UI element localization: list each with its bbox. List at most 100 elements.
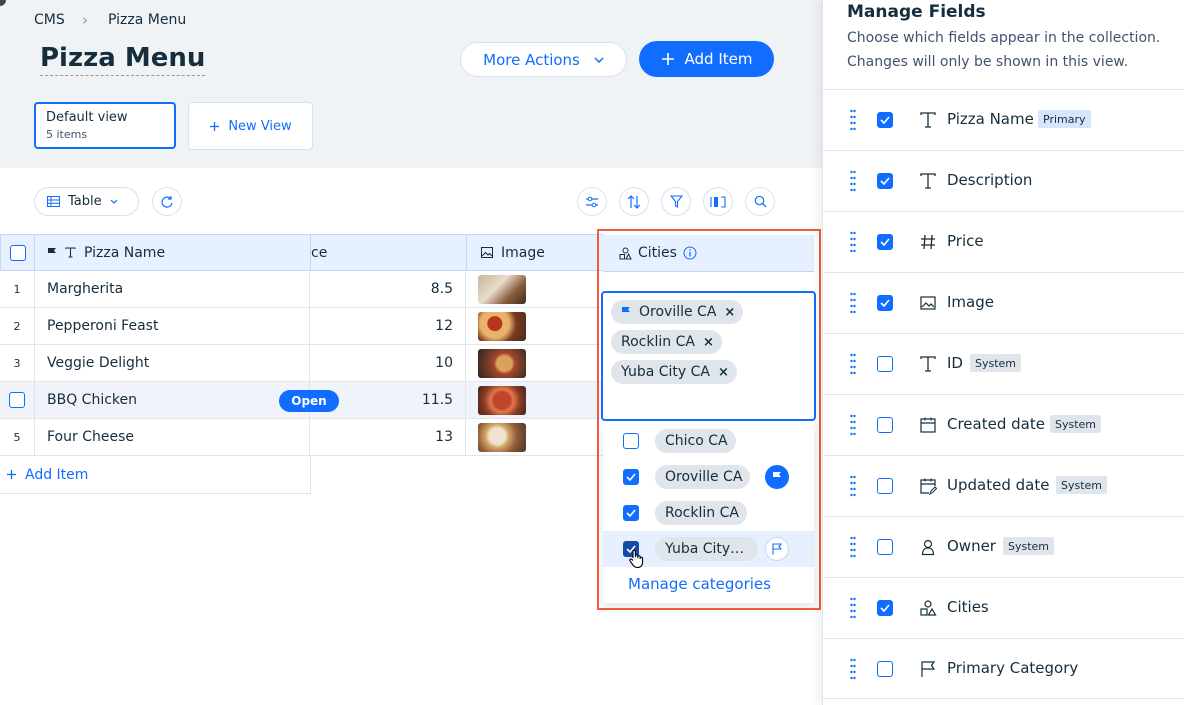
pizza-thumbnail bbox=[478, 274, 526, 304]
table-row[interactable]: 3 Veggie Delight 10 bbox=[0, 345, 604, 382]
image-cell[interactable] bbox=[466, 271, 604, 307]
table-icon bbox=[47, 196, 60, 207]
flag-icon bbox=[48, 247, 56, 258]
field-row-pizza-name[interactable]: Pizza Name Primary bbox=[823, 89, 1184, 150]
price-cell[interactable]: 10 bbox=[310, 345, 466, 381]
field-visible-checkbox[interactable] bbox=[877, 173, 893, 189]
pizza-name-cell[interactable]: Four Cheese bbox=[34, 419, 310, 455]
field-label: Image bbox=[947, 293, 994, 311]
pizza-name-cell[interactable]: Veggie Delight bbox=[34, 345, 310, 381]
field-visible-checkbox[interactable] bbox=[877, 417, 893, 433]
add-item-row-button[interactable]: Add Item bbox=[0, 456, 311, 494]
select-all-checkbox[interactable] bbox=[9, 244, 26, 261]
price-cell[interactable]: 11.5 bbox=[310, 382, 466, 418]
field-visible-checkbox[interactable] bbox=[877, 600, 893, 616]
field-visible-checkbox[interactable] bbox=[877, 661, 893, 677]
new-view-button[interactable]: New View bbox=[188, 102, 313, 150]
drag-handle-icon[interactable] bbox=[850, 658, 856, 680]
customize-button[interactable] bbox=[577, 187, 607, 216]
table-row-hovered[interactable]: BBQ Chicken Open 11.5 bbox=[0, 382, 604, 419]
field-row-id[interactable]: ID System bbox=[823, 333, 1184, 394]
field-label: ID bbox=[947, 354, 963, 372]
column-label: Pizza Name bbox=[84, 244, 166, 261]
field-row-image[interactable]: Image bbox=[823, 272, 1184, 333]
hash-icon bbox=[921, 234, 935, 250]
column-header-pizza-name[interactable]: Pizza Name bbox=[34, 234, 311, 271]
price-cell[interactable]: 13 bbox=[310, 419, 466, 455]
pizza-thumbnail bbox=[478, 348, 526, 378]
table-row[interactable]: 1 Margherita 8.5 bbox=[0, 271, 604, 308]
shapes-icon bbox=[920, 600, 937, 616]
add-item-button[interactable]: Add Item bbox=[639, 41, 774, 77]
freeze-columns-button[interactable] bbox=[703, 187, 733, 216]
field-visible-checkbox[interactable] bbox=[877, 356, 893, 372]
check-icon bbox=[880, 604, 890, 612]
pizza-name-cell[interactable]: Pepperoni Feast bbox=[34, 308, 310, 344]
drag-handle-icon[interactable] bbox=[850, 414, 856, 436]
image-cell[interactable] bbox=[466, 419, 604, 455]
calendar-edit-icon bbox=[920, 478, 937, 495]
more-actions-label: More Actions bbox=[483, 50, 580, 69]
field-row-created-date[interactable]: Created date System bbox=[823, 394, 1184, 455]
pizza-thumbnail bbox=[478, 422, 526, 452]
field-visible-checkbox[interactable] bbox=[877, 478, 893, 494]
field-label: Description bbox=[947, 171, 1033, 189]
column-label: Image bbox=[501, 244, 545, 261]
sort-button[interactable] bbox=[619, 187, 649, 216]
person-icon bbox=[921, 539, 935, 556]
drag-handle-icon[interactable] bbox=[850, 536, 856, 558]
drag-handle-icon[interactable] bbox=[850, 475, 856, 497]
table-row[interactable]: 5 Four Cheese 13 bbox=[0, 419, 604, 456]
breadcrumb-separator-icon: › bbox=[82, 11, 88, 29]
price-cell[interactable]: 12 bbox=[310, 308, 466, 344]
plus-icon bbox=[210, 121, 220, 131]
image-cell[interactable] bbox=[466, 308, 604, 344]
system-badge: System bbox=[1003, 537, 1055, 555]
drag-handle-icon[interactable] bbox=[850, 292, 856, 314]
row-select-cell bbox=[0, 382, 34, 418]
field-visible-checkbox[interactable] bbox=[877, 295, 893, 311]
field-visible-checkbox[interactable] bbox=[877, 234, 893, 250]
image-icon bbox=[920, 296, 936, 310]
view-tab-default[interactable]: Default view 5 items bbox=[34, 102, 176, 149]
table-row[interactable]: 2 Pepperoni Feast 12 bbox=[0, 308, 604, 345]
breadcrumb-cms[interactable]: CMS bbox=[34, 12, 65, 28]
filter-button[interactable] bbox=[661, 187, 691, 216]
drag-handle-icon[interactable] bbox=[850, 353, 856, 375]
chevron-down-icon bbox=[110, 199, 118, 204]
check-icon bbox=[880, 299, 890, 307]
highlight-frame bbox=[597, 229, 821, 610]
drag-handle-icon[interactable] bbox=[850, 109, 856, 131]
field-row-cities[interactable]: Cities bbox=[823, 577, 1184, 638]
drag-handle-icon[interactable] bbox=[850, 231, 856, 253]
calendar-icon bbox=[920, 417, 936, 433]
field-row-primary-category[interactable]: Primary Category bbox=[823, 638, 1184, 699]
field-row-price[interactable]: Price bbox=[823, 211, 1184, 272]
field-row-updated-date[interactable]: Updated date System bbox=[823, 455, 1184, 516]
field-label: Price bbox=[947, 232, 984, 250]
row-checkbox[interactable] bbox=[9, 392, 25, 408]
field-row-owner[interactable]: Owner System bbox=[823, 516, 1184, 577]
layout-select[interactable]: Table bbox=[34, 187, 139, 216]
field-visible-checkbox[interactable] bbox=[877, 112, 893, 128]
page-title[interactable]: Pizza Menu bbox=[40, 43, 206, 76]
pizza-name-cell[interactable]: BBQ Chicken Open bbox=[34, 382, 339, 418]
pizza-name-cell[interactable]: Margherita bbox=[34, 271, 310, 307]
system-badge: System bbox=[1056, 476, 1108, 494]
field-label: Primary Category bbox=[947, 659, 1079, 677]
image-icon bbox=[481, 247, 493, 258]
image-cell[interactable] bbox=[466, 382, 604, 418]
field-visible-checkbox[interactable] bbox=[877, 539, 893, 555]
column-header-price[interactable]: ce bbox=[310, 234, 467, 271]
column-header-image[interactable]: Image bbox=[466, 234, 604, 271]
field-row-description[interactable]: Description bbox=[823, 150, 1184, 211]
select-all-cell bbox=[0, 234, 35, 271]
drag-handle-icon[interactable] bbox=[850, 597, 856, 619]
more-actions-button[interactable]: More Actions bbox=[460, 42, 627, 77]
search-button[interactable] bbox=[745, 187, 775, 216]
price-cell[interactable]: 8.5 bbox=[310, 271, 466, 307]
drag-handle-icon[interactable] bbox=[850, 170, 856, 192]
text-icon bbox=[920, 112, 936, 128]
image-cell[interactable] bbox=[466, 345, 604, 381]
refresh-button[interactable] bbox=[152, 187, 182, 216]
